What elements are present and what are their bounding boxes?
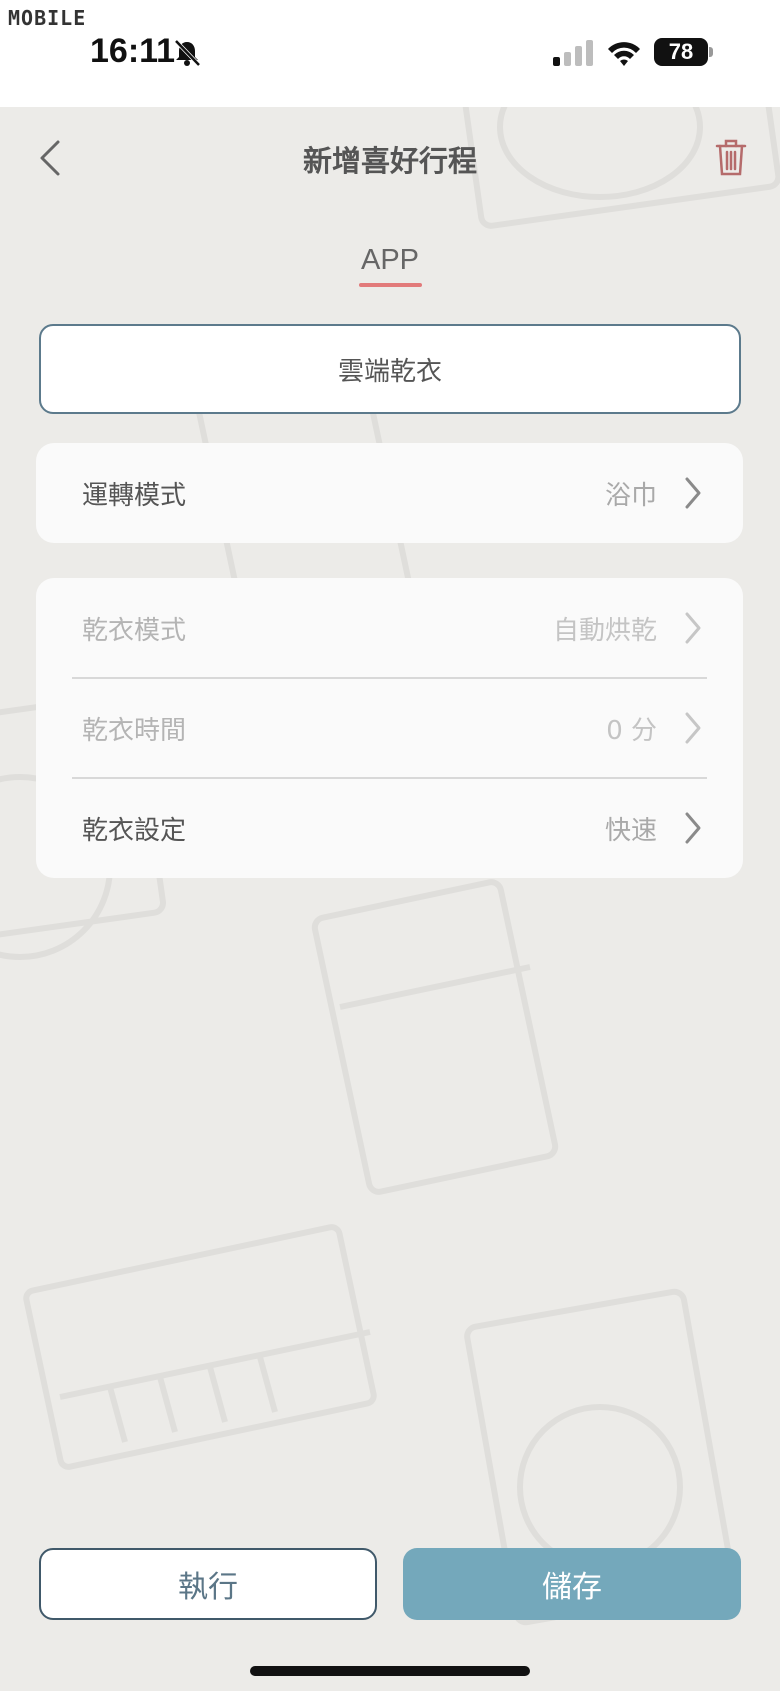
row-label: 乾衣時間 [82,715,187,746]
run-button[interactable]: 執行 [39,1548,377,1620]
row-label: 乾衣模式 [82,615,187,646]
row-value: 快速 [604,815,657,846]
row-value: 自動烘乾 [552,615,657,646]
operation-mode-card: 運轉模式 浴巾 [36,443,743,543]
row-value: 浴巾 [604,480,657,511]
chevron-right-icon [685,612,701,644]
schedule-name-field[interactable]: 雲端乾衣 [39,324,741,414]
signal-icon [553,40,593,66]
row-dry-mode[interactable]: 乾衣模式 自動烘乾 [36,578,743,678]
dry-settings-card: 乾衣模式 自動烘乾 乾衣時間 0 分 乾衣設定 快速 [36,578,743,878]
tab-app[interactable]: APP [340,244,440,277]
trash-icon[interactable] [714,138,748,176]
row-label: 乾衣設定 [82,815,187,846]
battery-indicator: 78 [654,38,708,66]
bell-off-icon [174,39,201,67]
tab-active-indicator [359,283,422,287]
chevron-right-icon [685,477,701,509]
status-bar: MOBILE 16:11 78 [0,0,780,107]
save-button[interactable]: 儲存 [403,1548,741,1620]
row-operation-mode[interactable]: 運轉模式 浴巾 [36,443,743,543]
row-value: 0 分 [606,715,657,746]
page-title: 新增喜好行程 [302,144,477,178]
home-indicator[interactable] [250,1666,530,1676]
watermark-logo: MOBILE [8,6,87,30]
chevron-right-icon [685,812,701,844]
wifi-icon [608,42,640,66]
row-dry-setting[interactable]: 乾衣設定 快速 [36,778,743,878]
row-dry-time[interactable]: 乾衣時間 0 分 [36,678,743,778]
row-label: 運轉模式 [82,480,187,511]
status-time: 16:11 [90,32,176,70]
chevron-right-icon [685,712,701,744]
battery-tip [709,47,713,57]
